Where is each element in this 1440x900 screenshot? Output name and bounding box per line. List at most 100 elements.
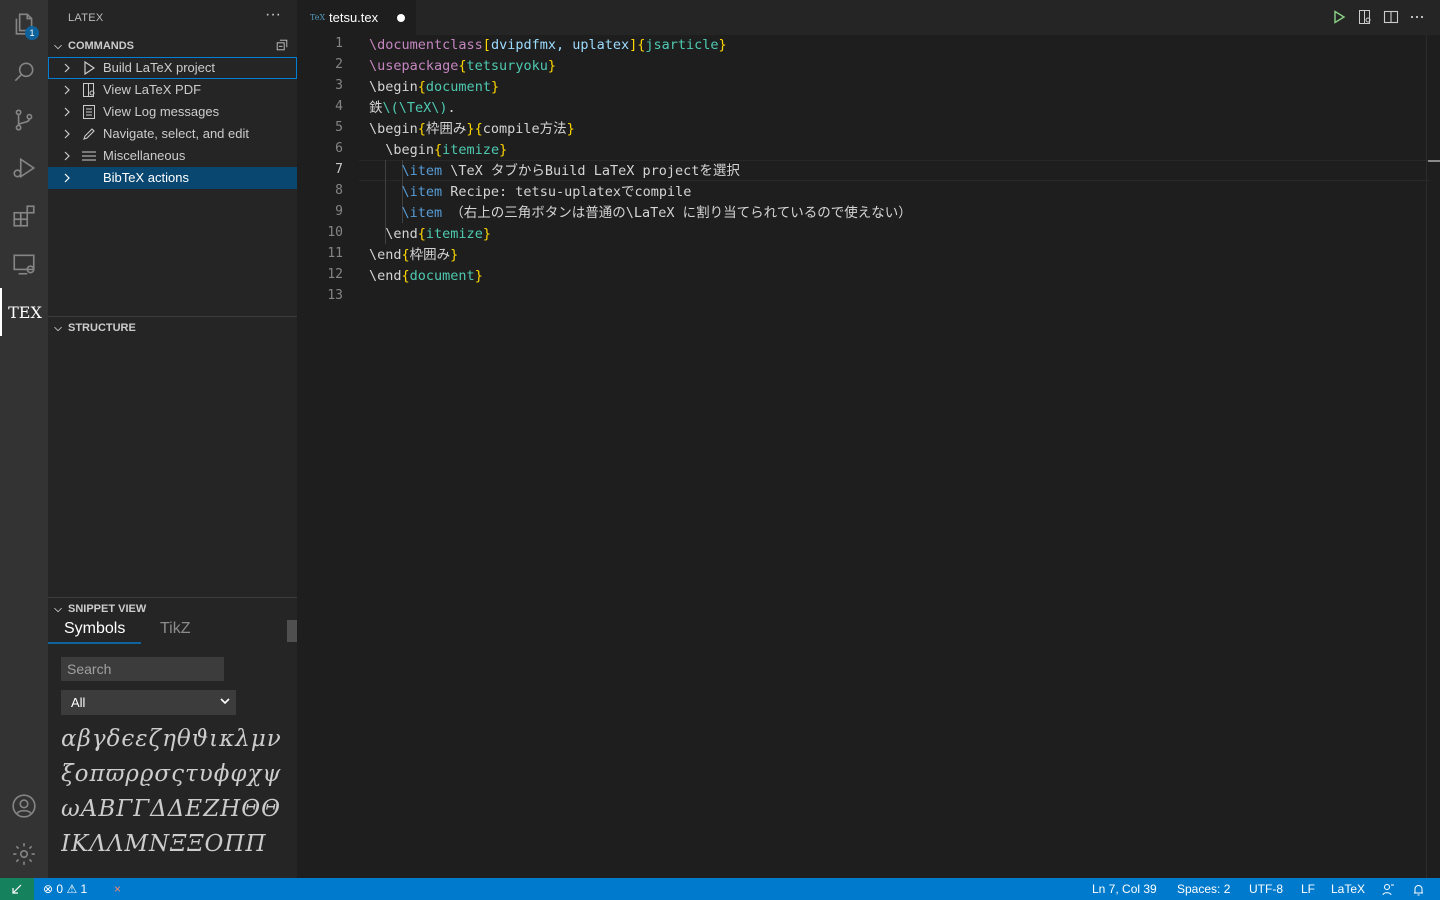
run-debug-button[interactable] <box>0 144 48 192</box>
chevron-down-icon: ⌵ <box>54 603 62 615</box>
manage-button[interactable] <box>0 830 48 878</box>
tex-file-icon: TeX <box>310 13 326 22</box>
command-label: View LaTeX PDF <box>103 82 202 97</box>
explorer-button[interactable]: 1 <box>0 0 48 48</box>
command-label: Miscellaneous <box>103 148 186 163</box>
code-token: 鉄 <box>369 100 383 116</box>
code-line[interactable]: \begin{itemize} <box>369 140 507 161</box>
code-line[interactable]: \end{枠囲み} <box>369 245 458 266</box>
preview-icon[interactable] <box>1357 9 1373 25</box>
tab-symbols[interactable]: Symbols <box>64 620 125 638</box>
line-number: 13 <box>327 288 343 303</box>
code-line[interactable]: \item Recipe: tetsu-uplatexでcompile <box>369 182 692 203</box>
problems-indicator[interactable]: ⊗ 0 ⚠ 1 <box>43 882 87 896</box>
command-label: View Log messages <box>103 104 220 119</box>
code-token: } <box>490 79 500 95</box>
code-token: \end <box>369 247 402 263</box>
list-icon <box>82 151 96 161</box>
source-control-button[interactable] <box>0 96 48 144</box>
cursor-position[interactable]: Ln 7, Col 39 <box>1092 882 1157 896</box>
code-line[interactable]: \usepackage{tetsuryoku} <box>369 56 556 77</box>
play-icon <box>84 60 96 76</box>
code-token: dvipdfmx, uplatex <box>490 37 630 53</box>
structure-section-header[interactable]: ⌵ STRUCTURE <box>48 317 297 339</box>
search-button[interactable] <box>0 48 48 96</box>
tex-icon: TEX <box>8 302 42 322</box>
code-line[interactable]: 鉄\(\TeX\). <box>369 98 456 119</box>
remote-explorer-button[interactable] <box>0 240 48 288</box>
code-line[interactable]: \end{itemize} <box>369 224 491 245</box>
code-token: \usepackage <box>369 58 459 74</box>
tab-tetsu-tex[interactable]: TeX tetsu.tex <box>297 0 416 35</box>
warning-count: 1 <box>80 882 88 896</box>
sidebar-more-button[interactable]: ··· <box>265 6 281 24</box>
preview-icon <box>83 83 95 97</box>
run-icon[interactable] <box>1331 9 1347 25</box>
error-count: 0 <box>56 882 64 896</box>
code-token: \item <box>401 163 443 179</box>
command-misc[interactable]: Miscellaneous <box>48 145 297 167</box>
code-token: } <box>482 226 491 242</box>
command-navigate[interactable]: Navigate, select, and edit <box>48 123 297 145</box>
remote-indicator[interactable] <box>0 878 34 900</box>
feedback-icon[interactable] <box>1382 883 1395 896</box>
language-mode[interactable]: LaTeX <box>1331 882 1365 896</box>
code-token: Recipe: tetsu-uplatexでcompile <box>442 184 692 200</box>
code-line[interactable]: \begin{document} <box>369 77 499 98</box>
accounts-button[interactable] <box>0 782 48 830</box>
end-of-line[interactable]: LF <box>1301 882 1315 896</box>
code-token: itemize <box>425 226 483 242</box>
code-token: { <box>417 79 426 95</box>
chevron-right-icon <box>64 63 70 73</box>
symbol-category-select[interactable]: All <box>61 690 236 715</box>
code-token: . <box>447 100 456 116</box>
search-icon <box>14 62 34 82</box>
extensions-button[interactable] <box>0 192 48 240</box>
code-token: 枠囲み <box>425 121 467 137</box>
tex-button[interactable]: TEX <box>0 288 48 336</box>
account-icon <box>12 794 36 818</box>
code-token: \begin <box>369 121 418 137</box>
more-actions-icon[interactable] <box>1409 9 1425 25</box>
symbol-grid[interactable]: αβγδϵεζηθϑικλμνξοπϖρϱσςτυϕφχψωΑΒΓΓΔΔΕΖΗΘ… <box>61 722 291 878</box>
split-editor-icon[interactable] <box>1383 9 1399 25</box>
line-number: 3 <box>335 78 343 93</box>
code-token: \begin <box>369 79 418 95</box>
gear-icon <box>13 843 35 865</box>
unsaved-dot-icon[interactable] <box>397 14 405 22</box>
command-bibtex[interactable]: BibTeX actions <box>48 167 297 189</box>
tab-tikz[interactable]: TikZ <box>160 620 191 638</box>
status-bar: ⊗ 0 ⚠ 1 × Ln 7, Col 39 Spaces: 2 UTF-8 L… <box>0 878 1440 900</box>
remote-explorer-icon <box>13 254 35 275</box>
code-line[interactable]: \item （右上の三角ボタンは普通の\LaTeX に割り当てられているので使え… <box>369 203 912 224</box>
code-line[interactable]: \end{document} <box>369 266 483 287</box>
close-icon[interactable]: × <box>114 882 121 896</box>
code-token: [ <box>482 37 491 53</box>
collapse-all-icon[interactable] <box>275 38 289 52</box>
line-number: 6 <box>335 141 343 156</box>
command-view-pdf[interactable]: View LaTeX PDF <box>48 79 297 101</box>
code-token: \begin <box>369 142 435 158</box>
command-view-log[interactable]: View Log messages <box>48 101 297 123</box>
chevron-down-icon: ⌵ <box>54 40 62 52</box>
command-build-latex[interactable]: Build LaTeX project <box>48 57 297 79</box>
code-line[interactable]: \item \TeX タブからBuild LaTeX projectを選択 <box>369 161 740 182</box>
commands-header-label: COMMANDS <box>68 40 134 52</box>
code-line[interactable]: \begin{枠囲み}{compile方法} <box>369 119 575 140</box>
code-line[interactable]: \documentclass[dvipdfmx, uplatex]{jsarti… <box>369 35 727 56</box>
notification-bell-icon[interactable] <box>1412 883 1425 896</box>
line-number: 10 <box>327 225 343 240</box>
snippet-scrollbar[interactable] <box>287 620 297 642</box>
code-token: tetsuryoku <box>466 58 548 74</box>
commands-section-header[interactable]: ⌵ COMMANDS <box>48 35 297 57</box>
editor-scrollbar[interactable] <box>1426 35 1427 878</box>
code-token: { <box>474 121 483 137</box>
extensions-icon <box>13 205 35 227</box>
indentation[interactable]: Spaces: 2 <box>1177 882 1230 896</box>
chevron-right-icon <box>64 151 70 161</box>
code-token: { <box>417 121 426 137</box>
symbol-search-input[interactable] <box>61 657 224 681</box>
snippet-section-header[interactable]: ⌵ SNIPPET VIEW <box>48 598 297 620</box>
encoding[interactable]: UTF-8 <box>1249 882 1283 896</box>
